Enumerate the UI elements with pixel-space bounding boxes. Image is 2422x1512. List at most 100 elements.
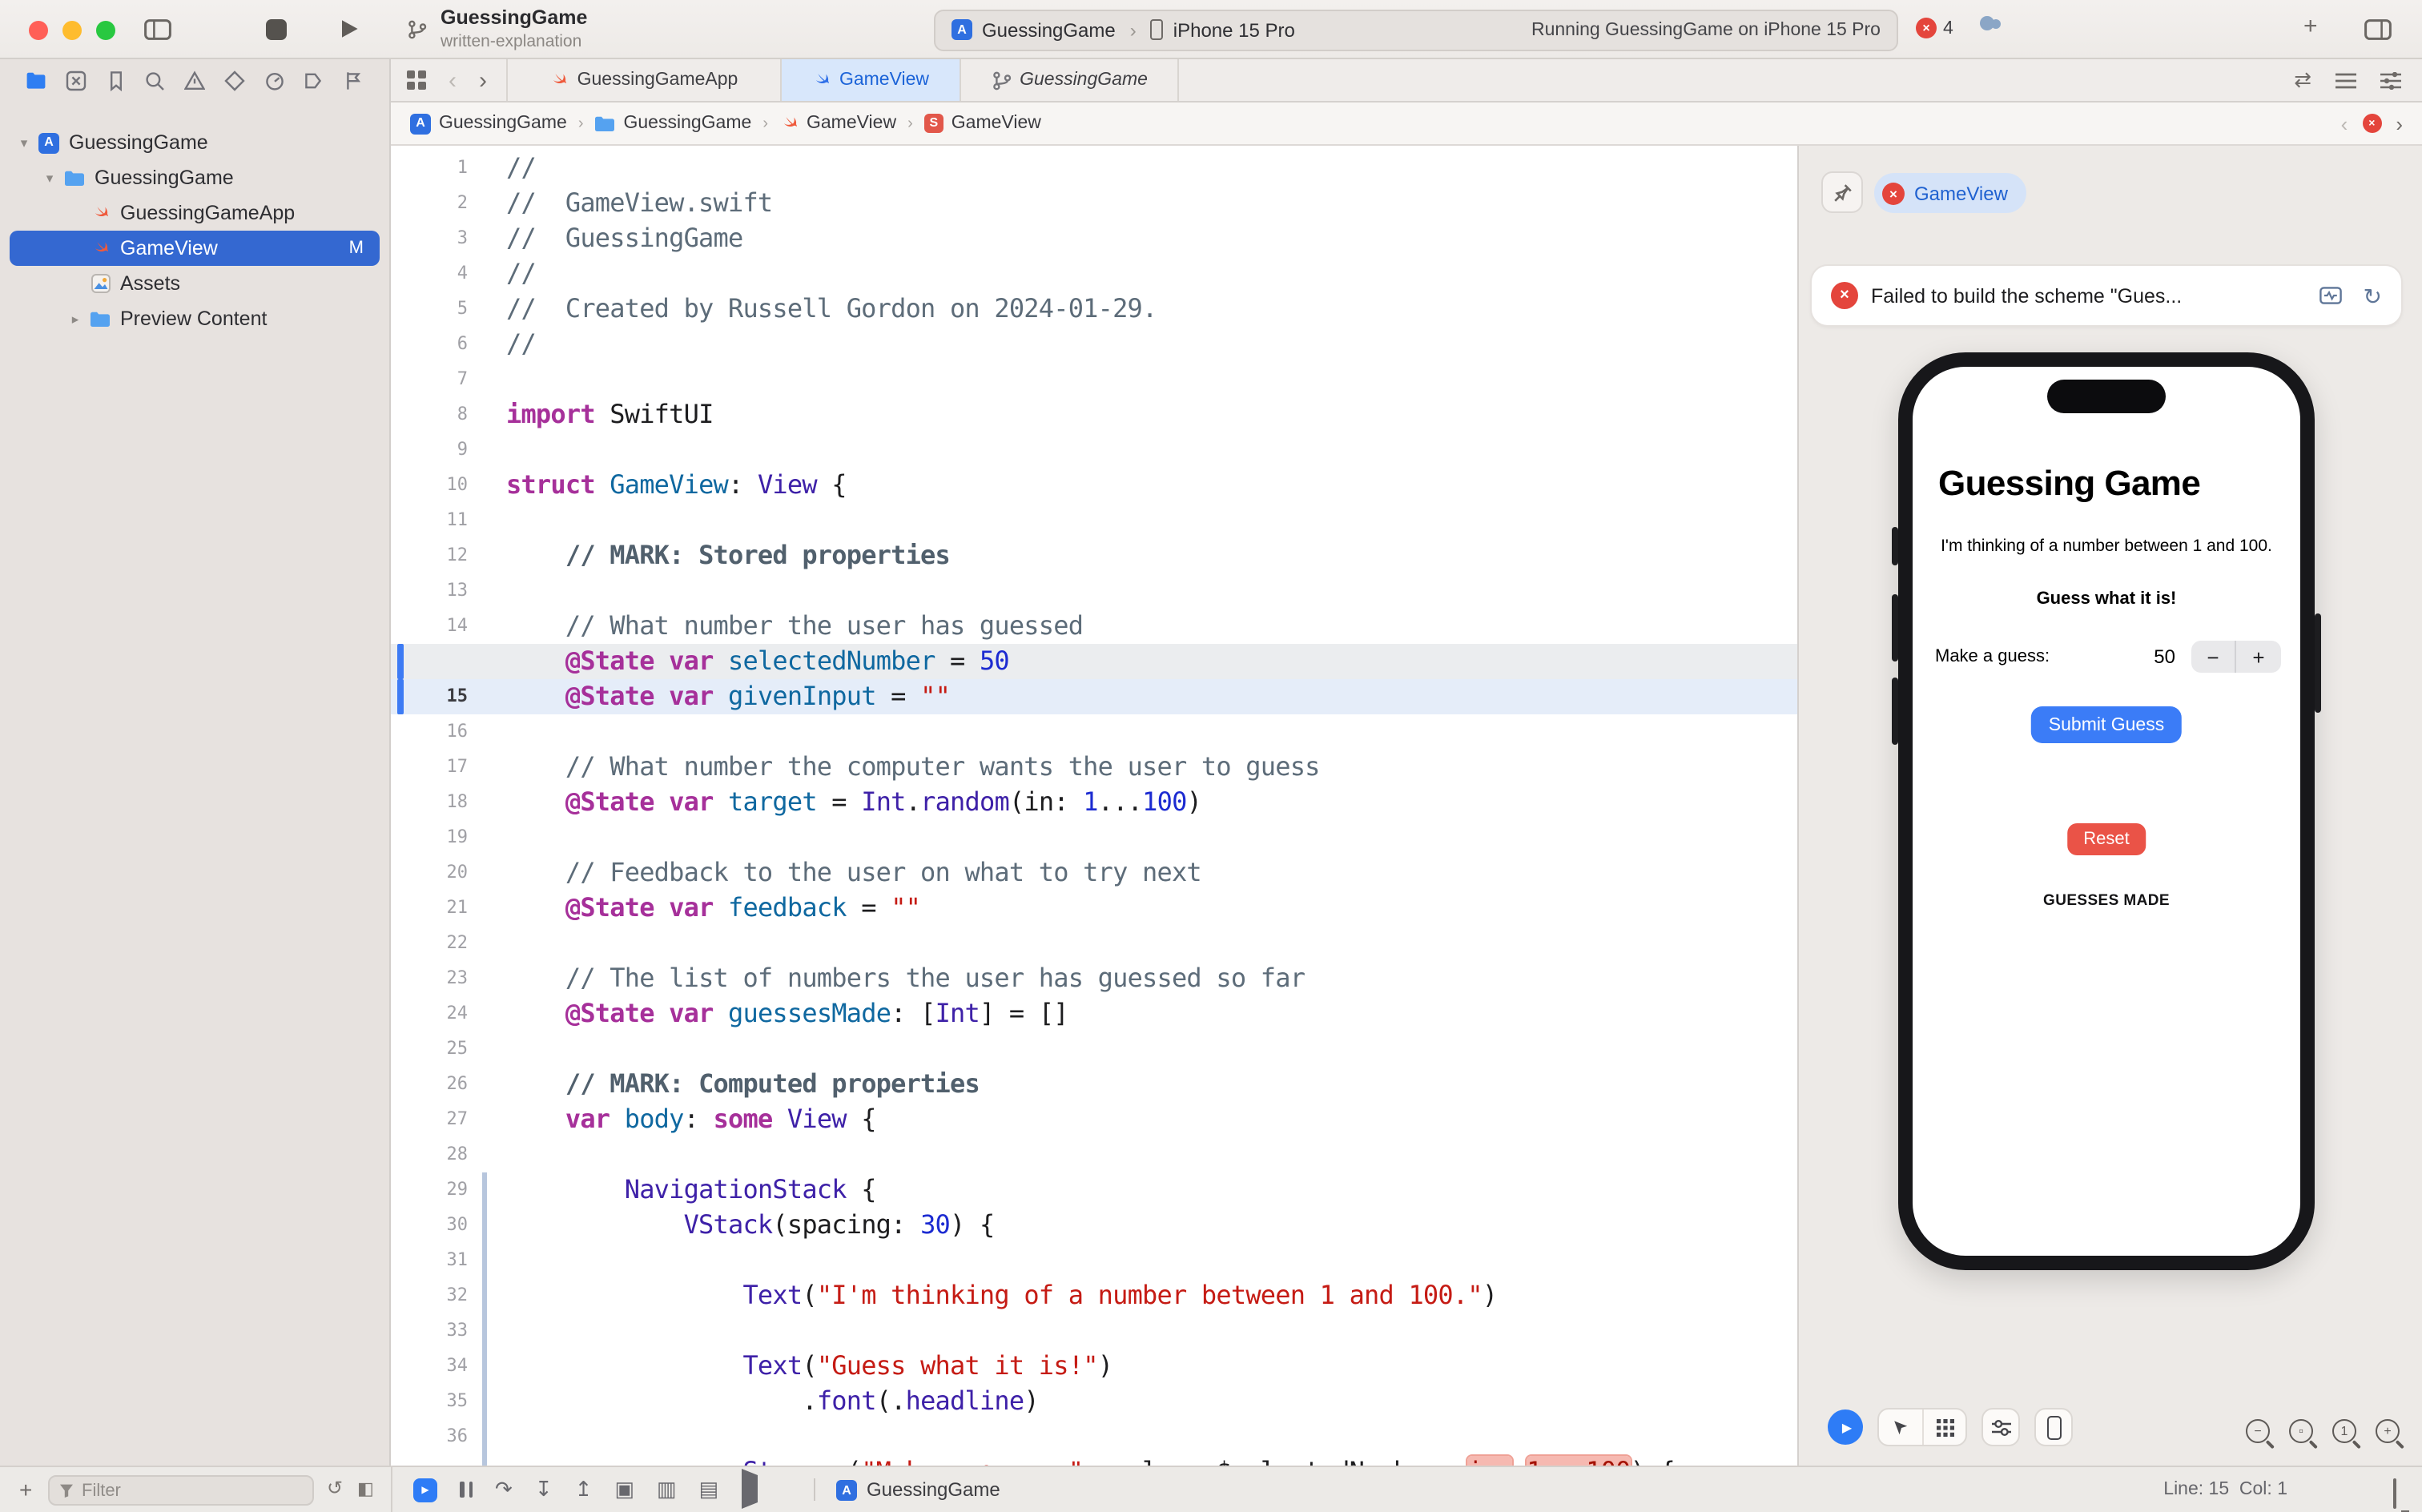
find-navigator-icon[interactable] (145, 70, 166, 91)
code-line[interactable]: 12 // MARK: Stored properties (391, 538, 1797, 573)
memory-graph-icon[interactable]: ▥ (657, 1475, 677, 1504)
tab-gameview[interactable]: GameView (782, 59, 961, 101)
code-line[interactable]: 23 // The list of numbers the user has g… (391, 961, 1797, 996)
code-line[interactable]: 16 (391, 714, 1797, 750)
breakpoints-toggle-icon[interactable]: ▶ (413, 1478, 437, 1502)
activity-viewer[interactable]: A GuessingGame iPhone 15 Pro Running Gue… (934, 9, 1898, 50)
disclosure-triangle-icon[interactable]: ▾ (13, 134, 35, 151)
issues-badge[interactable]: × 4 (1916, 18, 1953, 38)
bookmark-navigator-icon[interactable] (105, 70, 126, 91)
add-editor-button[interactable]: + (2303, 14, 2318, 38)
code-line[interactable]: 14 // What number the user has guessed (391, 609, 1797, 644)
test-navigator-icon[interactable] (224, 70, 245, 91)
zoom-in-icon[interactable]: + (2376, 1419, 2400, 1443)
code-line[interactable]: 2// GameView.swift (391, 186, 1797, 221)
line-list-icon[interactable] (2336, 71, 2356, 89)
sidebar-item-guessinggame[interactable]: ▾AGuessingGame (10, 125, 380, 160)
live-preview-icon[interactable]: ▶ (1828, 1409, 1863, 1445)
zoom-out-icon[interactable]: − (2246, 1419, 2270, 1443)
zoom-window-button[interactable] (96, 20, 115, 39)
jump-forward-icon[interactable]: › (2396, 111, 2403, 135)
debug-navigator-icon[interactable] (264, 70, 284, 91)
filter-field[interactable]: Filter (48, 1475, 314, 1506)
issue-navigator-icon[interactable] (184, 70, 205, 91)
code-line[interactable]: 4// (391, 256, 1797, 292)
source-control-navigator-icon[interactable] (66, 70, 86, 91)
code-line[interactable]: @State var selectedNumber = 50 (391, 644, 1797, 679)
display-icon[interactable] (2393, 1480, 2396, 1509)
stop-button[interactable] (266, 19, 287, 40)
sidebar-item-assets[interactable]: Assets (10, 266, 380, 301)
source-editor[interactable]: 1//2// GameView.swift3// GuessingGame4//… (391, 146, 1797, 1466)
diagnostics-icon[interactable] (2320, 287, 2343, 304)
preview-tab-pill[interactable]: × GameView (1874, 173, 2027, 213)
code-line[interactable]: 8import SwiftUI (391, 397, 1797, 432)
tab-guessinggameapp[interactable]: GuessingGameApp (506, 59, 782, 101)
report-navigator-icon[interactable] (343, 70, 364, 91)
code-line[interactable]: 18 @State var target = Int.random(in: 1.… (391, 785, 1797, 820)
code-line[interactable]: 7 (391, 362, 1797, 397)
code-line[interactable]: 27 var body: some View { (391, 1102, 1797, 1137)
sidebar-item-preview-content[interactable]: ▸Preview Content (10, 301, 380, 336)
jump-back-icon[interactable]: ‹ (2341, 111, 2348, 135)
breadcrumb-item[interactable]: GameView (779, 114, 896, 133)
code-line[interactable]: 11 (391, 503, 1797, 538)
toggle-right-sidebar-icon[interactable] (2364, 19, 2392, 40)
disclosure-triangle-icon[interactable]: ▸ (64, 310, 86, 328)
code-line[interactable]: 5// Created by Russell Gordon on 2024-01… (391, 292, 1797, 327)
close-window-button[interactable] (29, 20, 48, 39)
environment-overrides-icon[interactable]: ▤ (699, 1475, 719, 1504)
code-line[interactable]: 6// (391, 327, 1797, 362)
code-line[interactable]: 32 Text("I'm thinking of a number betwee… (391, 1278, 1797, 1313)
zoom-fit-icon[interactable]: ▫ (2289, 1419, 2313, 1443)
minimize-window-button[interactable] (62, 20, 82, 39)
scheme-selector[interactable]: A GuessingGame iPhone 15 Pro (952, 18, 1295, 41)
step-into-icon[interactable]: ↧ (535, 1475, 553, 1504)
code-line[interactable]: 28 (391, 1137, 1797, 1172)
issue-indicator-icon[interactable]: × (2362, 114, 2381, 133)
code-line[interactable]: 31 (391, 1243, 1797, 1278)
sidebar-item-guessinggameapp[interactable]: GuessingGameApp (10, 195, 380, 231)
source-control-filter-icon[interactable]: ◧ (357, 1478, 374, 1499)
adjust-columns-icon[interactable] (2380, 71, 2401, 89)
reset-button[interactable]: Reset (2067, 823, 2146, 855)
code-line[interactable]: 25 (391, 1031, 1797, 1067)
add-item-button[interactable]: + (19, 1477, 32, 1502)
recent-files-filter-icon[interactable]: ↺ (327, 1477, 343, 1499)
selectable-mode-icon[interactable] (1879, 1409, 1922, 1445)
code-line[interactable]: 29 NavigationStack { (391, 1172, 1797, 1208)
run-button[interactable] (340, 18, 359, 40)
stepper-increment-button[interactable]: + (2236, 641, 2281, 673)
sidebar-item-guessinggame[interactable]: ▾GuessingGame (10, 160, 380, 195)
code-line[interactable]: 15 @State var givenInput = "" (391, 679, 1797, 714)
build-error-banner[interactable]: × Failed to build the scheme "Gues... ↻ (1812, 266, 2401, 325)
code-line[interactable]: 20 // Feedback to the user on what to tr… (391, 855, 1797, 891)
code-line[interactable]: 33 (391, 1313, 1797, 1349)
code-line[interactable]: Stepper("Make a guess:", value: $selecte… (391, 1454, 1797, 1466)
code-line[interactable]: 21 @State var feedback = "" (391, 891, 1797, 926)
code-line[interactable]: 26 // MARK: Computed properties (391, 1067, 1797, 1102)
breadcrumb-item[interactable]: SGameView (924, 114, 1041, 133)
device-settings-icon[interactable] (1981, 1408, 2020, 1446)
breakpoint-navigator-icon[interactable] (304, 70, 324, 91)
code-line[interactable]: 30 VStack(spacing: 30) { (391, 1208, 1797, 1243)
code-line[interactable]: 17 // What number the computer wants the… (391, 750, 1797, 785)
code-line[interactable]: 22 (391, 926, 1797, 961)
code-line[interactable]: 10struct GameView: View { (391, 468, 1797, 503)
view-debugger-icon[interactable]: ▣ (614, 1475, 634, 1504)
breadcrumb-item[interactable]: AGuessingGame (410, 113, 567, 134)
code-line[interactable]: 24 @State var guessesMade: [Int] = [] (391, 996, 1797, 1031)
step-out-icon[interactable]: ↥ (575, 1475, 593, 1504)
code-line[interactable]: 19 (391, 820, 1797, 855)
device-bezel-icon[interactable] (2034, 1408, 2073, 1446)
pin-preview-button[interactable] (1821, 171, 1863, 213)
stepper-decrement-button[interactable]: − (2191, 641, 2236, 673)
code-line[interactable]: 34 Text("Guess what it is!") (391, 1349, 1797, 1384)
code-line[interactable]: 9 (391, 432, 1797, 468)
back-chevron-icon[interactable]: ‹ (449, 68, 457, 92)
code-line[interactable]: 36 (391, 1419, 1797, 1454)
sidebar-item-gameview[interactable]: GameViewM (10, 231, 380, 266)
code-line[interactable]: 1// (391, 151, 1797, 186)
running-app-chip[interactable]: A GuessingGame (836, 1467, 1000, 1512)
variants-mode-icon[interactable] (1922, 1409, 1965, 1445)
